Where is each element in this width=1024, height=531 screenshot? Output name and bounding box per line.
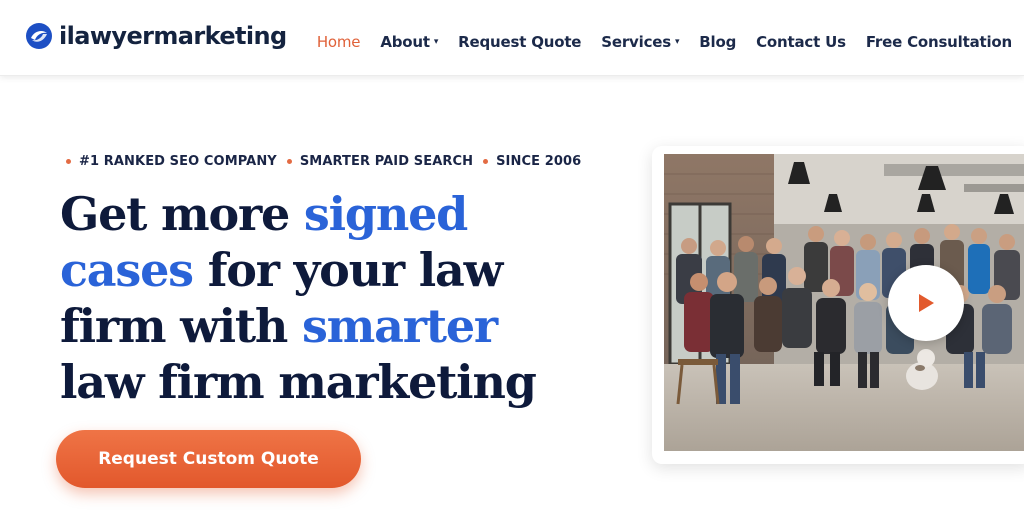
bullet-dot-icon [66,159,71,164]
tagline-text: SINCE 2006 [496,154,582,169]
headline-accent: signed [303,187,468,241]
bullet-dot-icon [483,159,489,164]
headline-text: law firm marketing [60,355,537,409]
nav-home[interactable]: Home [317,33,361,51]
nav-services-label: Services [601,33,671,51]
play-icon [919,294,934,312]
team-photo-image [664,154,1024,451]
tagline-item: SMARTER PAID SEARCH [286,154,474,169]
hero-tagline: #1 RANKED SEO COMPANY SMARTER PAID SEARC… [66,154,591,169]
tagline-text: #1 RANKED SEO COMPANY [79,154,277,169]
tagline-item: #1 RANKED SEO COMPANY [66,154,277,169]
site-header: ilawyermarketing Home About ▾ Request Qu… [0,0,1024,76]
tagline-text: SMARTER PAID SEARCH [299,154,474,169]
nav-blog[interactable]: Blog [699,33,736,51]
logo-text: ilawyermarketing [59,22,287,50]
play-video-button[interactable] [888,265,964,341]
request-custom-quote-button[interactable]: Request Custom Quote [56,430,361,488]
headline-accent: cases [60,243,194,297]
tagline-item: SINCE 2006 [483,154,581,169]
nav-contact[interactable]: Contact Us [756,33,846,51]
nav-request-quote[interactable]: Request Quote [458,33,581,51]
nav-free-consultation[interactable]: Free Consultation [866,33,1012,51]
nav-about-label: About [380,33,430,51]
headline-accent: smarter [301,299,498,353]
chevron-down-icon: ▾ [433,37,439,47]
headline-text: Get more [60,187,304,241]
bullet-dot-icon [286,159,292,164]
logo-icon [26,23,52,49]
main-nav: Home About ▾ Request Quote Services ▾ Bl… [317,28,1012,56]
chevron-down-icon: ▾ [674,37,680,47]
hero-headline: Get more signed cases for your law firm … [60,186,540,410]
nav-about[interactable]: About ▾ [380,33,438,51]
team-photo-video[interactable] [664,154,1024,451]
nav-services[interactable]: Services ▾ [601,33,679,51]
logo[interactable]: ilawyermarketing [25,20,287,52]
